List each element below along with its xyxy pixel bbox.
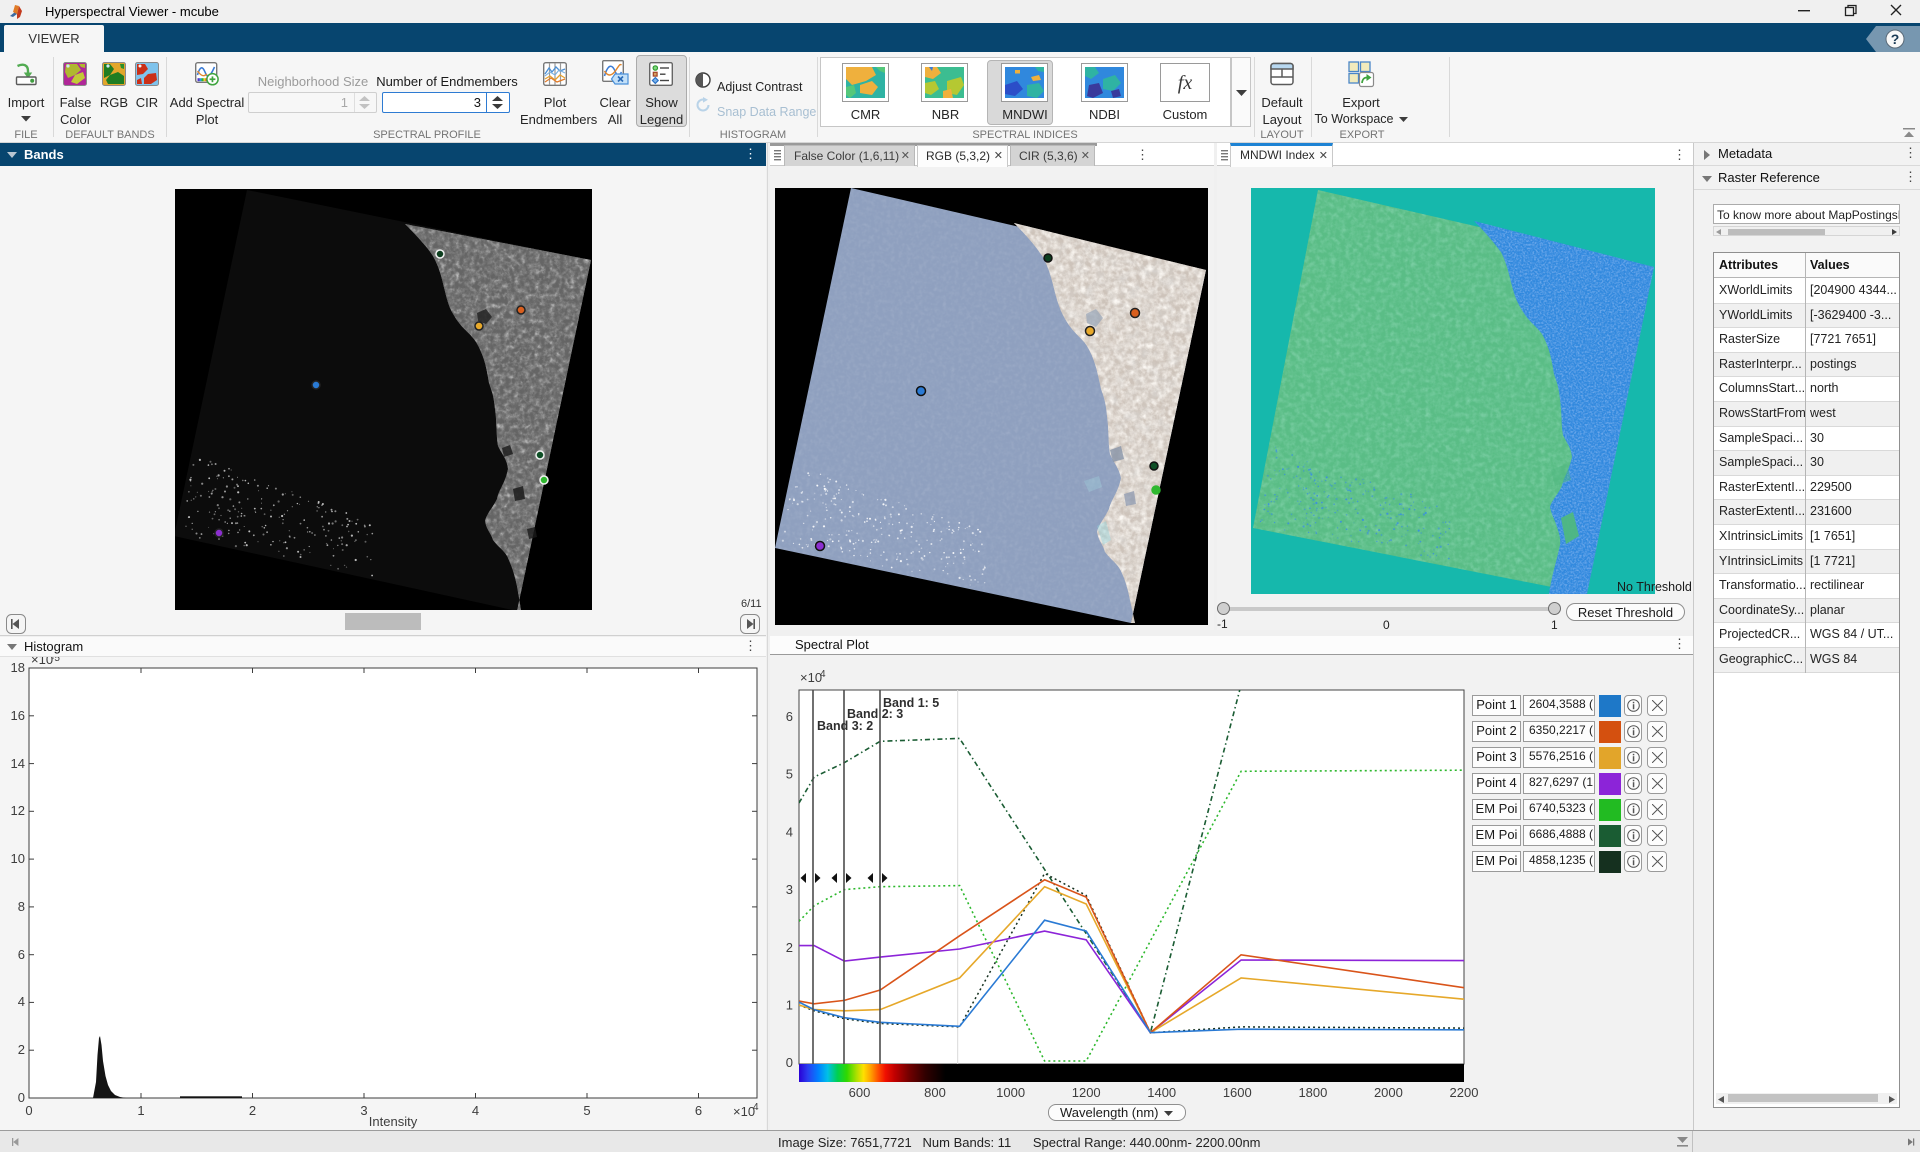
- svg-text:Intensity: Intensity: [369, 1114, 418, 1129]
- svg-text:18: 18: [11, 660, 25, 675]
- svg-text:2: 2: [249, 1103, 256, 1118]
- svg-text:6: 6: [786, 709, 793, 724]
- svg-text:2: 2: [18, 1042, 25, 1057]
- svg-text:4: 4: [472, 1103, 479, 1118]
- svg-text:4: 4: [820, 669, 826, 680]
- svg-text:8: 8: [18, 899, 25, 914]
- svg-text:10: 10: [11, 851, 25, 866]
- svg-text:×10: ×10: [733, 1104, 755, 1119]
- svg-text:1200: 1200: [1072, 1085, 1101, 1100]
- svg-text:3: 3: [360, 1103, 367, 1118]
- svg-text:5: 5: [583, 1103, 590, 1118]
- svg-text:1: 1: [786, 998, 793, 1013]
- svg-text:0: 0: [25, 1103, 32, 1118]
- svg-text:3: 3: [786, 882, 793, 897]
- svg-text:800: 800: [924, 1085, 946, 1100]
- svg-text:6: 6: [695, 1103, 702, 1118]
- svg-text:1: 1: [137, 1103, 144, 1118]
- svg-text:1800: 1800: [1298, 1085, 1327, 1100]
- svg-text:6: 6: [18, 947, 25, 962]
- svg-text:?: ?: [1891, 31, 1900, 47]
- svg-text:14: 14: [11, 756, 25, 771]
- svg-text:1000: 1000: [996, 1085, 1025, 1100]
- svg-text:2000: 2000: [1374, 1085, 1403, 1100]
- svg-text:2: 2: [786, 940, 793, 955]
- svg-text:Band 3: 2: Band 3: 2: [817, 719, 873, 733]
- svg-text:2200: 2200: [1450, 1085, 1479, 1100]
- svg-text:fx: fx: [1178, 72, 1193, 94]
- svg-text:×10: ×10: [31, 657, 53, 667]
- svg-text:12: 12: [11, 803, 25, 818]
- svg-text:5: 5: [786, 767, 793, 782]
- svg-text:0: 0: [786, 1055, 793, 1070]
- svg-text:16: 16: [11, 708, 25, 723]
- svg-text:4: 4: [786, 824, 793, 839]
- svg-text:0: 0: [18, 1090, 25, 1105]
- svg-text:1600: 1600: [1223, 1085, 1252, 1100]
- svg-text:4: 4: [18, 994, 25, 1009]
- svg-text:4: 4: [753, 1102, 759, 1113]
- svg-text:600: 600: [849, 1085, 871, 1100]
- svg-text:1400: 1400: [1147, 1085, 1176, 1100]
- svg-text:×10: ×10: [800, 670, 822, 685]
- svg-text:-5: -5: [51, 657, 60, 664]
